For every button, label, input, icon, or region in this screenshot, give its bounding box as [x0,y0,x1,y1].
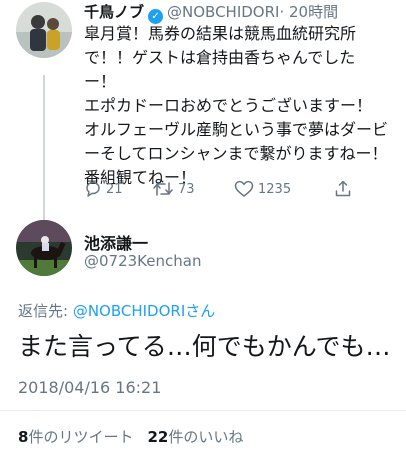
tweet2-text: また言ってる…何でもかんでも… [18,332,391,361]
replying-to-mention[interactable]: @NOBCHIDORI [73,302,185,320]
divider [0,410,406,411]
avatar-nobchidori[interactable] [16,2,72,58]
share-button[interactable] [334,180,352,198]
tweet1-header: 千鳥ノブ ✓ @NOBCHIDORI· 20時間 [84,2,338,24]
like-stat-number: 22 [147,428,169,446]
tweet1-line: ーそしてロンシャンまで繋がりますねー！ [84,144,388,163]
replying-to: 返信先: @NOBCHIDORIさん [18,300,215,321]
tweet1-author-handle[interactable]: @NOBCHIDORI [167,3,279,21]
replying-to-suffix: さん [185,302,216,320]
tweet2-stats: 8件のリツイート 22件のいいね [18,426,243,447]
reply-button[interactable]: 21 [84,180,123,198]
tweet1-line: 皐月賞！馬券の結果は競馬血統研究所 [84,24,357,43]
tweet1-line: エポカドーロおめでとうございますー！ [84,96,373,115]
retweet-stat-number: 8 [18,428,29,446]
retweet-button[interactable]: 73 [152,180,195,198]
tweet2-author-name[interactable]: 池添謙一 [84,230,148,254]
tweet1-line: で！！ゲストは倉持由香ちゃんでした [84,48,356,67]
retweet-stat[interactable]: 8件のリツイート [18,428,133,446]
retweet-icon [153,182,173,196]
tweet2-author-handle[interactable]: @0723Kenchan [84,252,201,270]
like-icon [234,180,254,197]
retweet-count: 73 [178,181,195,197]
share-icon [335,180,351,197]
tweet2-datetime[interactable]: 2018/04/16 16:21 [18,378,161,397]
avatar-0723kenchan[interactable] [16,220,72,276]
tweet1-line: オルフェーヴル産駒という事で夢はダービ [84,120,389,139]
thread-connector-line [43,75,45,220]
reply-count: 21 [106,181,123,197]
replying-to-label: 返信先: [18,302,73,320]
like-stat-label: 件のいいね [168,428,244,446]
tweet1-author-name[interactable]: 千鳥ノブ [84,3,144,21]
tweet1-line: ー！ [84,72,117,91]
tweet1-action-bar: 21 73 1235 [84,180,384,200]
like-button[interactable]: 1235 [234,180,291,198]
tweet1-text: 皐月賞！馬券の結果は競馬血統研究所 で！！ゲストは倉持由香ちゃんでした ー！ エ… [84,22,400,190]
like-stat[interactable]: 22件のいいね [147,428,243,446]
retweet-stat-label: 件のリツイート [28,428,134,446]
tweet1-timestamp[interactable]: · 20時間 [279,3,338,21]
reply-icon [86,181,100,197]
like-count: 1235 [258,181,292,197]
